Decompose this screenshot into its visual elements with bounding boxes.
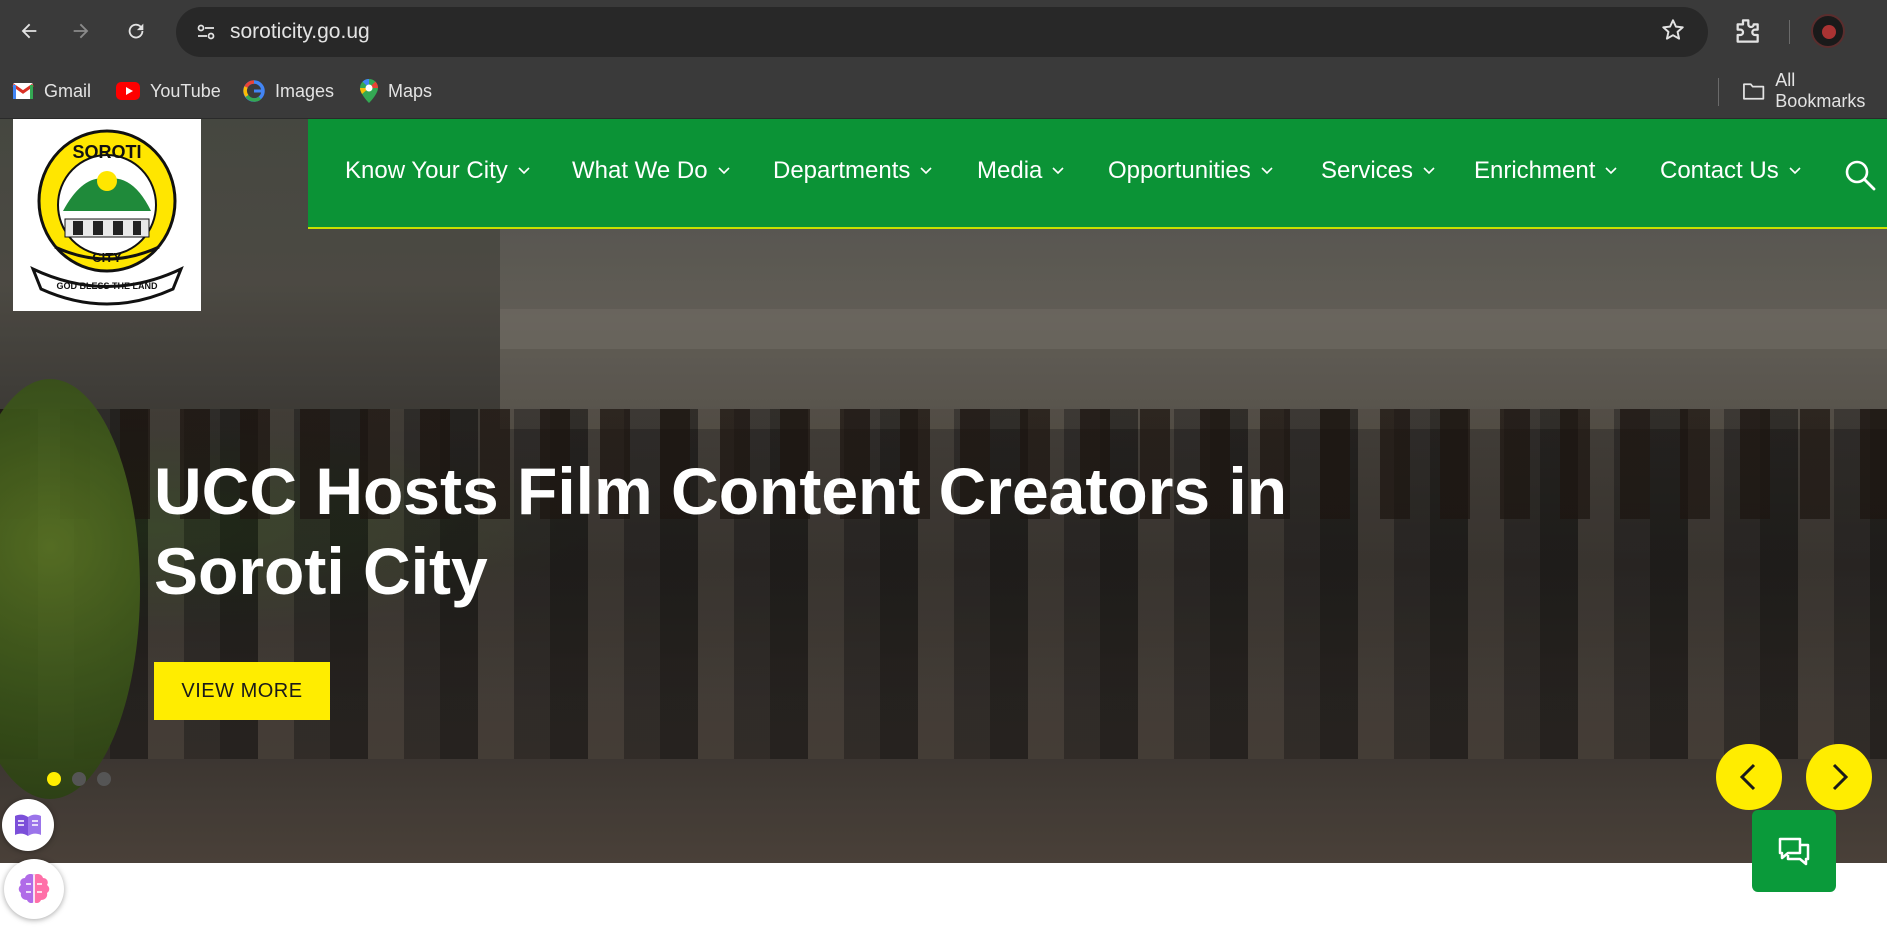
chevron-down-icon [920,167,932,175]
nav-label: Departments [773,157,911,184]
nav-what-we-do[interactable]: What We Do [572,157,731,185]
chevron-down-icon [718,167,730,175]
main-nav: Know Your City What We Do Departments Me… [308,119,1887,229]
search-icon[interactable] [1842,157,1878,193]
all-bookmarks-button[interactable]: All Bookmarks [1742,70,1887,111]
web-page: UCC Hosts Film Content Creators in Sorot… [0,119,1887,937]
reload-icon [128,23,144,39]
hero-title: UCC Hosts Film Content Creators in Sorot… [154,454,1288,608]
nav-contact-us[interactable]: Contact Us [1660,157,1802,185]
chevron-down-icon [1261,167,1273,175]
site-info-icon[interactable] [194,20,218,44]
logo-city-text: CITY [92,250,122,265]
bookmarks-bar: Gmail YouTube Images Maps All Bookmarks [0,64,1887,119]
hero-slider: UCC Hosts Film Content Creators in Sorot… [0,119,1887,863]
bookmark-label: YouTube [150,80,221,101]
slide-dot[interactable] [47,772,61,786]
reload-button[interactable] [121,14,151,48]
nav-media[interactable]: Media [977,157,1065,185]
nav-departments[interactable]: Departments [773,157,933,185]
prev-slide-button[interactable] [1716,744,1782,810]
nav-label: Services [1321,157,1414,184]
extensions-icon[interactable] [1731,15,1763,47]
slide-dot[interactable] [97,772,111,786]
address-bar[interactable]: soroticity.go.ug [176,7,1708,57]
nav-label: Enrichment [1474,157,1596,184]
bookmark-label: Maps [388,80,433,101]
chevron-down-icon [1789,167,1801,175]
bookmark-gmail[interactable]: Gmail [12,77,91,105]
soroti-city-emblem: SOROTI CITY GOD BLESS THE LAND [30,129,184,306]
profile-avatar[interactable] [1811,14,1845,48]
bookmark-youtube[interactable]: YouTube [116,77,221,105]
maps-icon [360,79,378,103]
chevron-left-icon [1739,763,1756,791]
back-arrow-icon [21,23,37,39]
forward-arrow-icon [73,23,89,39]
nav-enrichment[interactable]: Enrichment [1474,157,1618,185]
bookmark-label: Gmail [44,80,92,101]
forward-button[interactable] [66,14,96,48]
chevron-down-icon [1423,167,1435,175]
bookmark-label: Images [275,80,335,101]
logo-motto: GOD BLESS THE LAND [56,281,158,291]
chat-button[interactable] [1752,810,1836,892]
site-logo[interactable]: SOROTI CITY GOD BLESS THE LAND [13,119,201,311]
bookmark-images[interactable]: Images [243,77,334,105]
nav-label: Opportunities [1108,157,1251,184]
browser-toolbar: soroticity.go.ug [0,0,1887,64]
next-slide-button[interactable] [1806,744,1872,810]
ai-assistant-button[interactable] [4,859,64,919]
back-button[interactable] [14,14,44,48]
nav-services[interactable]: Services [1321,157,1436,185]
chat-icon [1778,837,1810,866]
reader-button[interactable] [2,799,54,851]
google-icon [243,80,265,102]
url-text[interactable]: soroticity.go.ug [230,20,370,44]
slide-dot[interactable] [72,772,86,786]
all-bookmarks-label: All Bookmarks [1775,70,1866,111]
bookmarks-divider [1718,78,1719,106]
chevron-down-icon [1052,167,1064,175]
bookmark-star-icon[interactable] [1660,17,1686,43]
chevron-right-icon [1832,763,1849,791]
book-icon [15,814,41,836]
chevron-down-icon [518,167,530,175]
chevron-down-icon [1605,167,1617,175]
brain-icon [18,874,50,905]
nav-label: Media [977,157,1043,184]
nav-know-your-city[interactable]: Know Your City [345,157,531,185]
nav-label: What We Do [572,157,708,184]
gmail-icon [12,83,34,99]
bookmark-maps[interactable]: Maps [360,77,432,105]
youtube-icon [116,82,140,100]
slide-indicators [47,772,111,786]
toolbar-divider [1789,20,1790,44]
view-more-button[interactable]: VIEW MORE [154,662,330,720]
nav-label: Contact Us [1660,157,1779,184]
folder-icon [1743,83,1765,100]
logo-top-text: SOROTI [72,142,141,162]
nav-opportunities[interactable]: Opportunities [1108,157,1274,185]
nav-label: Know Your City [345,157,508,184]
